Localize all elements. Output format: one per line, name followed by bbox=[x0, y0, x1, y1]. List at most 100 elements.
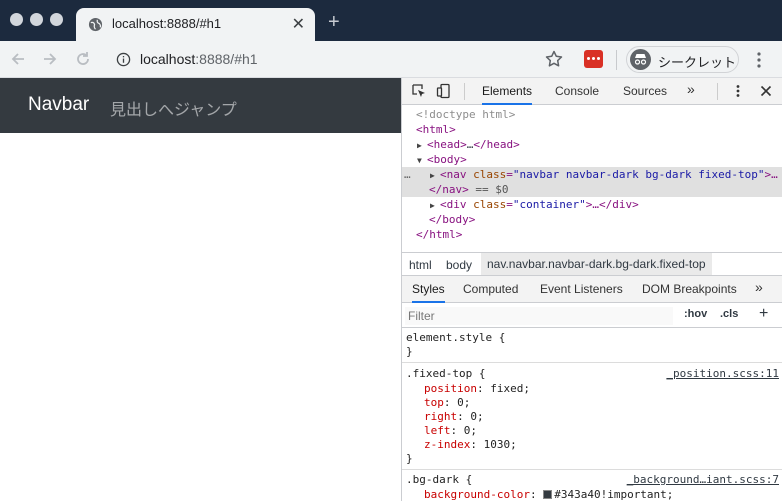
nav-open-tag: <nav bbox=[440, 168, 467, 181]
window-close-dot[interactable] bbox=[10, 13, 23, 26]
bg-dark-source-link[interactable]: _background…iant.scss:7 bbox=[627, 473, 779, 486]
prop-value: 1030; bbox=[483, 438, 517, 451]
fixed-top-selector[interactable]: .fixed-top { bbox=[406, 367, 485, 381]
collapsed-triangle-icon[interactable]: ▶ bbox=[430, 168, 440, 183]
url-text: localhost:8888/#h1 bbox=[140, 51, 258, 67]
toolbar-divider bbox=[616, 50, 617, 70]
new-tab-button[interactable]: + bbox=[328, 11, 340, 34]
address-bar[interactable]: localhost:8888/#h1 bbox=[106, 45, 578, 74]
inspect-element-icon[interactable] bbox=[411, 83, 427, 99]
browser-tab-strip: localhost:8888/#h1 ✕ + bbox=[0, 0, 782, 41]
breadcrumb-nav[interactable]: nav.navbar.navbar-dark.bg-dark.fixed-top bbox=[481, 253, 712, 275]
tab-computed[interactable]: Computed bbox=[463, 282, 518, 296]
breadcrumb-body[interactable]: body bbox=[446, 258, 472, 272]
devtools-divider bbox=[464, 83, 465, 100]
style-prop-row[interactable]: right: 0; bbox=[424, 410, 484, 424]
element-style-close: } bbox=[406, 345, 413, 358]
expanded-triangle-icon[interactable]: ▼ bbox=[417, 153, 427, 168]
page-viewport: Navbar 見出しへジャンプ bbox=[0, 78, 401, 501]
collapsed-triangle-icon[interactable]: ▶ bbox=[430, 198, 440, 213]
dom-div-container[interactable]: ▶ <div class="container">…</div> bbox=[402, 197, 782, 212]
body-close-tag: </body> bbox=[429, 213, 476, 226]
devtools-close-icon[interactable] bbox=[758, 83, 774, 99]
tab-sources[interactable]: Sources bbox=[623, 84, 667, 98]
div-attr-name: class bbox=[473, 198, 507, 211]
url-host: localhost bbox=[140, 51, 196, 67]
more-tabs-icon[interactable]: » bbox=[687, 81, 695, 97]
collapsed-triangle-icon[interactable]: ▶ bbox=[417, 138, 427, 153]
fixed-top-source-link[interactable]: _position.scss:11 bbox=[666, 367, 779, 380]
style-prop-row[interactable]: z-index: 1030; bbox=[424, 438, 517, 452]
hover-state-toggle[interactable]: :hov bbox=[684, 308, 707, 320]
selected-node-marker: == $0 bbox=[475, 183, 509, 196]
color-swatch-icon[interactable] bbox=[543, 490, 553, 499]
prop-name: left bbox=[424, 424, 451, 437]
navbar-jump-link[interactable]: 見出しへジャンプ bbox=[110, 96, 237, 120]
navbar-brand[interactable]: Navbar bbox=[28, 94, 89, 116]
styles-tab-bar: Styles Computed Event Listeners DOM Brea… bbox=[402, 276, 782, 303]
styles-filter-bar: :hov .cls + bbox=[402, 304, 782, 328]
browser-menu-icon[interactable] bbox=[753, 50, 765, 70]
tab-dom-breakpoints[interactable]: DOM Breakpoints bbox=[642, 282, 737, 296]
info-icon[interactable] bbox=[116, 52, 131, 67]
nav-close-tag: </nav> bbox=[429, 183, 469, 196]
nav-open-line: ▶ <nav class="navbar navbar-dark bg-dark … bbox=[430, 168, 778, 183]
device-toolbar-icon[interactable] bbox=[436, 83, 452, 99]
back-arrow-icon[interactable] bbox=[9, 50, 27, 68]
prop-value: 0; bbox=[470, 410, 484, 423]
html-open-tag: <html> bbox=[416, 123, 456, 136]
dom-head[interactable]: ▶ <head>…</head> bbox=[402, 137, 782, 152]
element-style-selector[interactable]: element.style { bbox=[406, 331, 505, 345]
style-prop-row[interactable]: top: 0; bbox=[424, 396, 470, 410]
class-toggle[interactable]: .cls bbox=[720, 308, 738, 320]
dom-html-open[interactable]: <html> bbox=[402, 122, 782, 137]
prop-name: right bbox=[424, 410, 458, 423]
breadcrumb-html[interactable]: html bbox=[409, 258, 432, 272]
prop-value: 0; bbox=[457, 396, 471, 409]
nav-close-line: </nav> == $0 bbox=[429, 182, 509, 197]
incognito-label: シークレット bbox=[658, 55, 737, 70]
devtools-menu-icon[interactable] bbox=[730, 83, 746, 99]
tab-close-icon[interactable]: ✕ bbox=[292, 14, 305, 34]
row-menu-dots[interactable]: … bbox=[404, 167, 411, 182]
browser-tab[interactable]: localhost:8888/#h1 ✕ bbox=[76, 8, 315, 41]
style-prop-row[interactable]: position: fixed; bbox=[424, 382, 530, 396]
prop-name: top bbox=[424, 396, 444, 409]
style-prop-row[interactable]: left: 0; bbox=[424, 424, 477, 438]
prop-name: z-index bbox=[424, 438, 471, 451]
bg-dark-selector[interactable]: .bg-dark { bbox=[406, 473, 472, 487]
reload-icon[interactable] bbox=[74, 50, 92, 68]
styles-filter-input[interactable] bbox=[405, 307, 673, 325]
devtools-tab-bar: Elements Console Sources » bbox=[402, 78, 782, 105]
tab-console[interactable]: Console bbox=[555, 84, 599, 98]
window-zoom-dot[interactable] bbox=[50, 13, 63, 26]
tab-elements[interactable]: Elements bbox=[482, 84, 533, 105]
div-close-tag: >…</div> bbox=[585, 198, 639, 211]
incognito-icon bbox=[630, 49, 651, 70]
dom-html-close[interactable]: </html> bbox=[402, 227, 782, 242]
incognito-profile-button[interactable]: シークレット bbox=[626, 46, 739, 73]
more-subtabs-icon[interactable]: » bbox=[755, 279, 763, 295]
breadcrumb: html body nav.navbar.navbar-dark.bg-dark… bbox=[402, 252, 782, 276]
window-minimize-dot[interactable] bbox=[30, 13, 43, 26]
new-style-rule-button[interactable]: + bbox=[759, 305, 768, 323]
dom-selected-nav[interactable]: … ▶ <nav class="navbar navbar-dark bg-dar… bbox=[402, 167, 782, 197]
prop-value: #343a40!important; bbox=[554, 488, 674, 501]
tab-event-listeners[interactable]: Event Listeners bbox=[540, 282, 623, 296]
dom-body-open[interactable]: ▼ <body> bbox=[402, 152, 782, 167]
bookmark-star-icon[interactable] bbox=[544, 49, 564, 69]
body-open-tag: <body> bbox=[427, 153, 467, 166]
style-prop-row[interactable]: background-color: #343a40!important; bbox=[424, 488, 673, 502]
nav-attr-value: "navbar navbar-dark bg-dark fixed-top" bbox=[512, 168, 765, 181]
div-attr-value: "container" bbox=[512, 198, 586, 211]
styles-pane: element.style { } .fixed-top { _position… bbox=[402, 329, 782, 501]
extension-icon[interactable] bbox=[584, 50, 603, 68]
forward-arrow-icon[interactable] bbox=[41, 50, 59, 68]
prop-value: fixed; bbox=[490, 382, 530, 395]
tab-styles[interactable]: Styles bbox=[412, 282, 445, 303]
nav-attr-name: class bbox=[473, 168, 507, 181]
dom-body-close[interactable]: </body> bbox=[402, 212, 782, 227]
dom-doctype[interactable]: <!doctype html> bbox=[402, 107, 782, 122]
div-open-tag: <div bbox=[440, 198, 467, 211]
tab-title: localhost:8888/#h1 bbox=[112, 16, 222, 31]
